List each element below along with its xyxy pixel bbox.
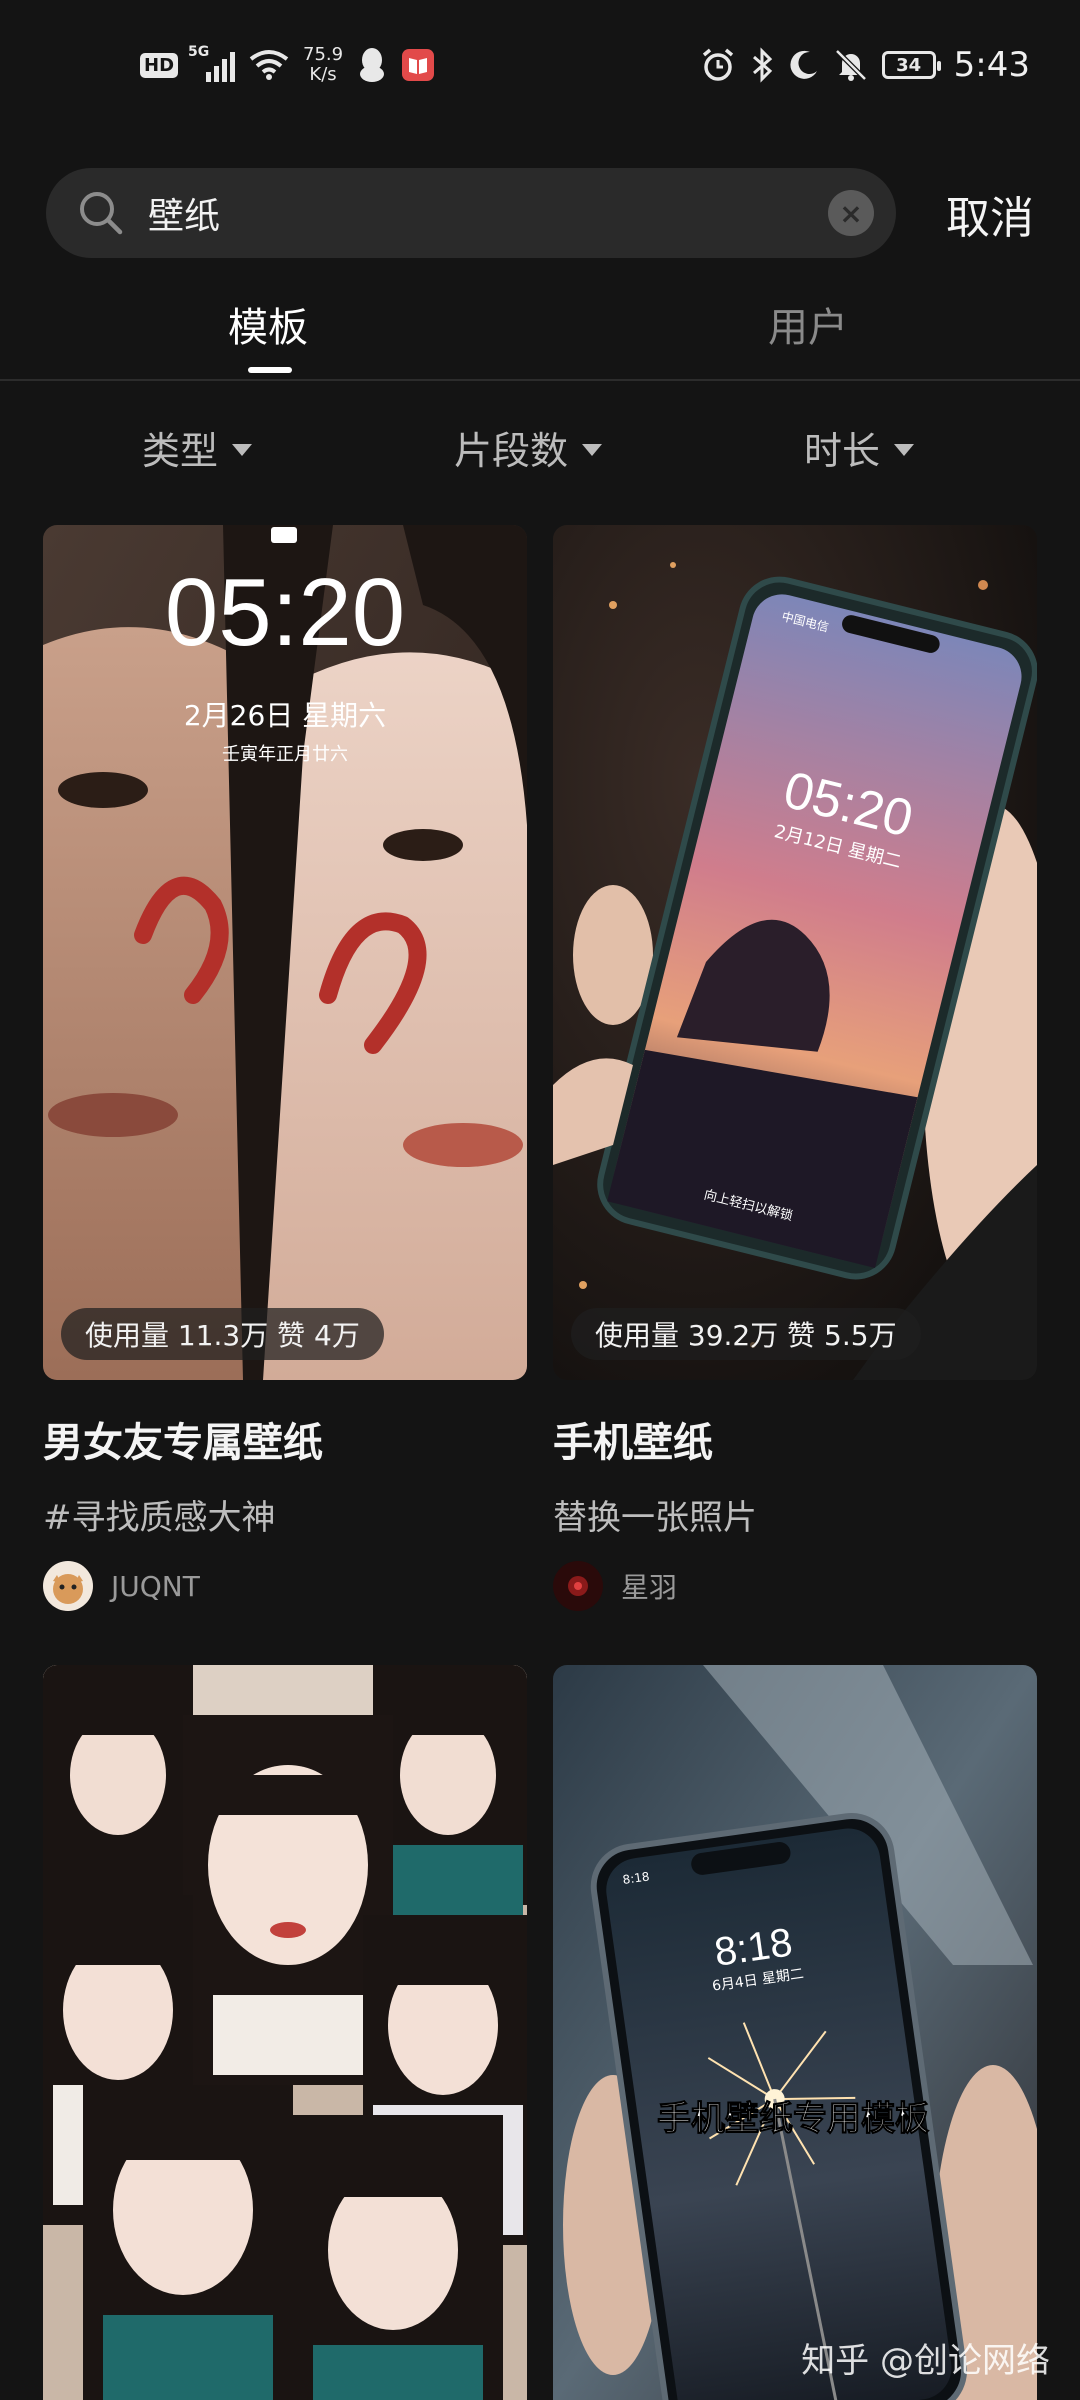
lock-screen-lunar: 壬寅年正月廿六: [222, 744, 348, 765]
network-type: 5G: [188, 44, 210, 60]
template-card[interactable]: 05:20 2月26日 星期六 壬寅年正月廿六 使用量 11.3万 赞 4万 男…: [43, 525, 527, 1611]
network-speed: 75.9 K/s: [303, 45, 343, 85]
active-tab-indicator: [248, 367, 292, 373]
hd-badge: HD: [140, 52, 179, 78]
mute-bell-icon: [834, 48, 868, 82]
template-thumbnail[interactable]: 05:20 2月12日 星期二 中国电信 向上轻扫以解锁 使用量 39.2万 赞…: [553, 525, 1037, 1380]
template-overlay-text: 手机壁纸专用模板: [657, 2099, 929, 2139]
template-title[interactable]: 男女友专属壁纸: [43, 1410, 527, 1468]
avatar[interactable]: [43, 1561, 93, 1611]
filter-bar: 类型 片段数 时长: [0, 420, 1080, 490]
search-query[interactable]: 壁纸: [148, 187, 828, 239]
watermark: 知乎 @创论网络: [801, 2341, 1050, 2381]
author-name: 星羽: [621, 1571, 678, 1604]
qq-penguin-icon: [357, 47, 387, 83]
cancel-button[interactable]: 取消: [946, 182, 1034, 246]
lock-screen-time: 05:20: [165, 559, 405, 666]
status-bar: HD 5G 75.9 K/s 34 5:43: [0, 0, 1080, 130]
filter-segments[interactable]: 片段数: [454, 420, 603, 475]
speed-value: 75.9: [303, 44, 344, 65]
usage-stats: 使用量 39.2万 赞 5.5万: [571, 1308, 921, 1360]
author-name: JUQNT: [111, 1569, 200, 1603]
template-thumbnail[interactable]: 8:18 6月4日 星期二 8:18 手机壁纸专用模板: [553, 1665, 1037, 2400]
caret-down-icon: [582, 443, 603, 456]
template-card[interactable]: 05:20 2月12日 星期二 中国电信 向上轻扫以解锁 使用量 39.2万 赞…: [553, 525, 1037, 1611]
book-app-icon: [401, 48, 435, 82]
cellular-signal-icon: 5G: [188, 44, 236, 82]
filter-type-label: 类型: [142, 429, 219, 473]
collage-face: [43, 1665, 193, 1895]
usage-stats: 使用量 11.3万 赞 4万: [61, 1308, 384, 1360]
template-title[interactable]: 手机壁纸: [553, 1410, 1037, 1468]
speed-unit: K/s: [309, 64, 337, 85]
couple-wallpaper-image: 05:20 2月26日 星期六 壬寅年正月廿六: [43, 525, 527, 1380]
filter-type[interactable]: 类型: [142, 420, 253, 475]
filter-segments-label: 片段数: [454, 429, 569, 473]
template-card[interactable]: 8:18 6月4日 星期二 8:18 手机壁纸专用模板: [553, 1665, 1037, 2400]
result-tabs: 模板 用户: [0, 295, 1080, 381]
template-thumbnail[interactable]: 05:20 2月26日 星期六 壬寅年正月廿六 使用量 11.3万 赞 4万: [43, 525, 527, 1380]
lock-screen-date: 2月26日 星期六: [184, 699, 386, 732]
template-subtitle: #寻找质感大神: [43, 1498, 276, 1538]
search-icon: [80, 192, 123, 235]
avatar[interactable]: [553, 1561, 603, 1611]
template-subtitle: 替换一张照片: [553, 1498, 757, 1538]
sparkler-phone-image: 8:18 6月4日 星期二 8:18 手机壁纸专用模板: [553, 1665, 1037, 2400]
alarm-icon: [700, 47, 736, 83]
selfie-collage-image: [43, 1665, 527, 2400]
filter-duration[interactable]: 时长: [804, 420, 915, 475]
caret-down-icon: [894, 443, 915, 456]
wifi-icon: [249, 49, 289, 81]
template-card[interactable]: [43, 1665, 527, 2400]
battery-icon: 34: [881, 51, 941, 79]
tab-templates[interactable]: 模板: [228, 295, 308, 353]
template-author[interactable]: 星羽: [553, 1561, 1037, 1611]
status-bar-right: 34 5:43: [700, 40, 1030, 90]
status-time: 5:43: [953, 45, 1030, 85]
phone-wallpaper-image: 05:20 2月12日 星期二 中国电信 向上轻扫以解锁: [553, 525, 1037, 1380]
battery-level: 34: [896, 54, 922, 76]
caret-down-icon: [232, 443, 253, 456]
template-author[interactable]: JUQNT: [43, 1561, 527, 1611]
filter-duration-label: 时长: [804, 429, 881, 473]
template-thumbnail[interactable]: [43, 1665, 527, 2400]
close-icon: ×: [839, 196, 863, 230]
tab-users[interactable]: 用户: [768, 295, 848, 353]
bluetooth-icon: [750, 47, 774, 83]
search-input[interactable]: 壁纸 ×: [46, 168, 896, 258]
status-bar-left: HD 5G 75.9 K/s: [140, 40, 435, 90]
moon-icon: [788, 49, 820, 81]
clear-search-button[interactable]: ×: [828, 190, 874, 236]
